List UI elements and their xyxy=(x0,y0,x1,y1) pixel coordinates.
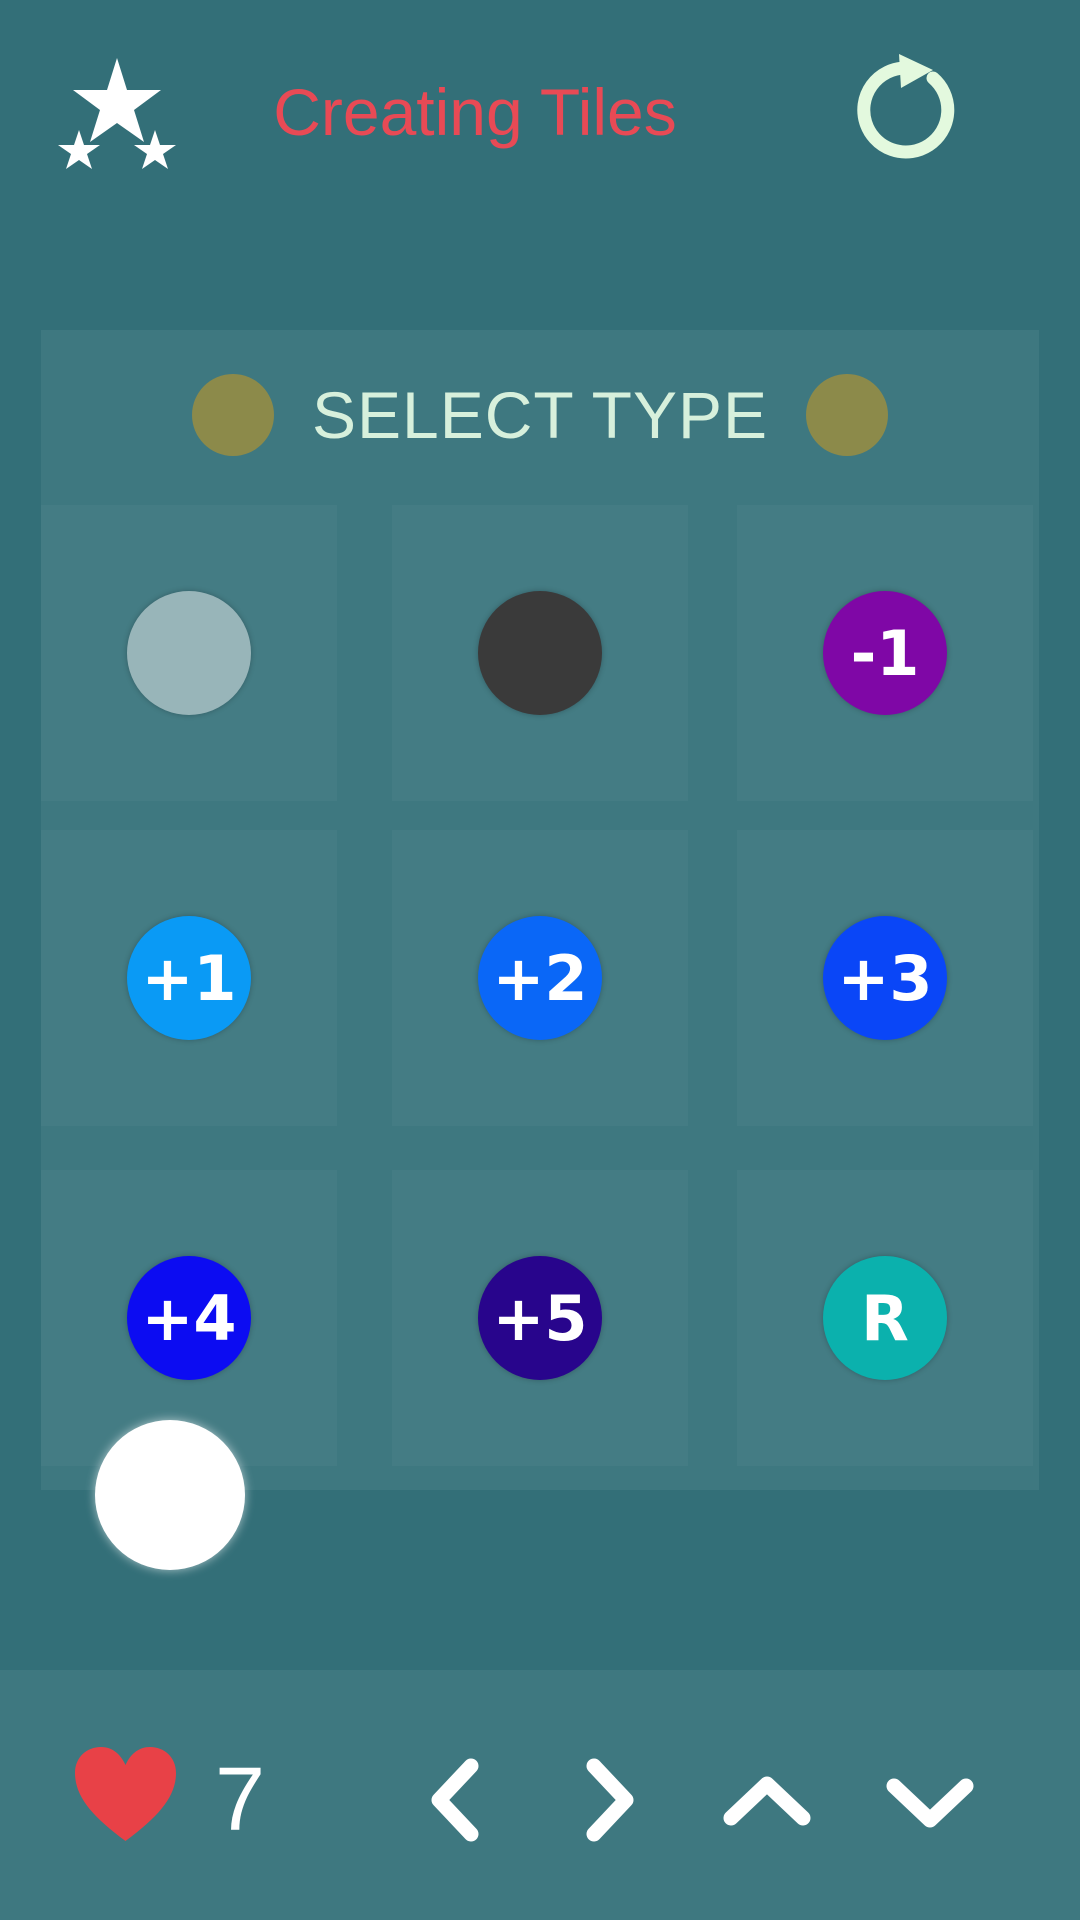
plus-two-chip: +2 xyxy=(478,916,602,1040)
selection-cursor[interactable] xyxy=(95,1420,245,1570)
select-type-label: SELECT TYPE xyxy=(311,378,769,452)
chevron-right-icon[interactable] xyxy=(560,1752,660,1848)
heart-icon xyxy=(73,1745,178,1845)
select-type-header: SELECT TYPE xyxy=(41,360,1039,470)
dark-tile-chip xyxy=(478,591,602,715)
tile-option-minus-one[interactable]: -1 xyxy=(737,505,1033,801)
reset-tile-chip: R xyxy=(823,1256,947,1380)
tile-option-plus-five[interactable]: +5 xyxy=(392,1170,688,1466)
stars-icon[interactable] xyxy=(52,52,182,182)
tile-option-plus-two[interactable]: +2 xyxy=(392,830,688,1126)
gold-dot-right xyxy=(806,374,889,456)
tile-option-dark[interactable] xyxy=(392,505,688,801)
lives-count: 7 xyxy=(215,1750,266,1850)
plus-three-chip: +3 xyxy=(823,916,947,1040)
plus-one-chip: +1 xyxy=(127,916,251,1040)
light-tile-chip xyxy=(127,591,251,715)
chevron-left-icon[interactable] xyxy=(405,1752,505,1848)
plus-five-chip: +5 xyxy=(478,1256,602,1380)
tile-option-reset[interactable]: R xyxy=(737,1170,1033,1466)
tile-option-light[interactable] xyxy=(41,505,337,801)
tile-option-plus-three[interactable]: +3 xyxy=(737,830,1033,1126)
minus-one-chip: -1 xyxy=(823,591,947,715)
chevron-down-icon[interactable] xyxy=(880,1752,980,1848)
plus-four-chip: +4 xyxy=(127,1256,251,1380)
page-title: Creating Tiles xyxy=(273,75,677,149)
chevron-up-icon[interactable] xyxy=(717,1752,817,1848)
restart-icon[interactable] xyxy=(845,48,969,172)
gold-dot-left xyxy=(191,374,274,456)
tile-option-plus-one[interactable]: +1 xyxy=(41,830,337,1126)
